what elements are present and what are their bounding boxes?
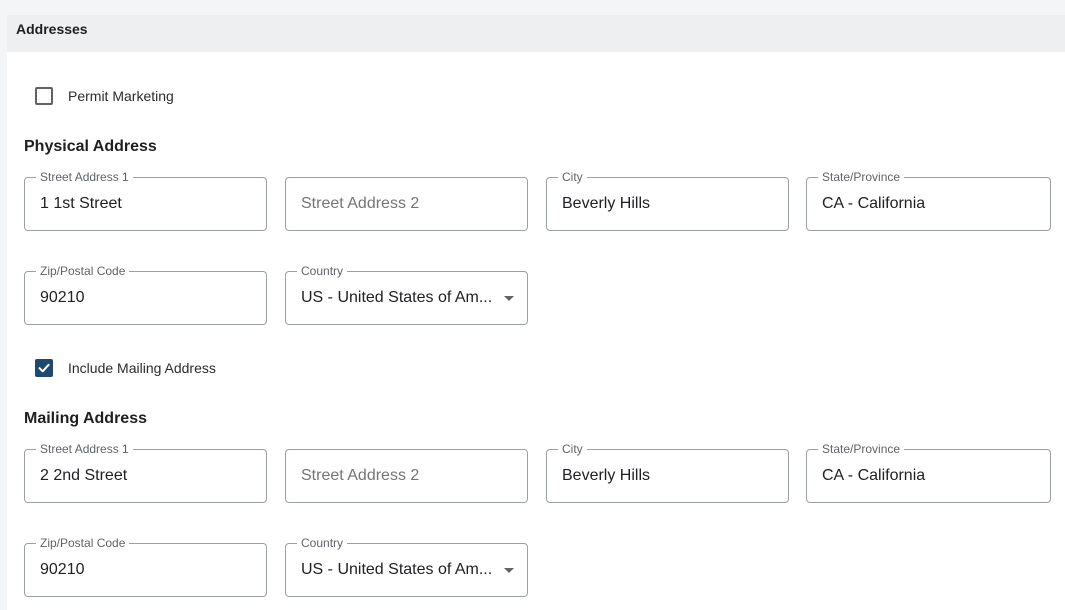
field-value[interactable]: 90210 [40, 289, 240, 307]
field-value[interactable]: Beverly Hills [562, 195, 762, 213]
mailing-city-field[interactable]: City Beverly Hills [546, 442, 789, 503]
field-value[interactable]: 90210 [40, 561, 240, 579]
field-placeholder[interactable]: Street Address 2 [301, 467, 501, 485]
physical-city-field[interactable]: City Beverly Hills [546, 170, 789, 231]
section-title: Addresses [16, 21, 88, 37]
left-rail [0, 15, 7, 610]
physical-street1-field[interactable]: Street Address 1 1 1st Street [24, 170, 267, 231]
field-label: State/Province [818, 442, 905, 456]
field-label: City [558, 170, 587, 184]
field-label: Street Address 1 [36, 170, 133, 184]
field-label: Zip/Postal Code [36, 536, 130, 550]
physical-zip-field[interactable]: Zip/Postal Code 90210 [24, 264, 267, 325]
field-label: Country [297, 536, 348, 550]
physical-street2-field[interactable]: Street Address 2 [285, 177, 528, 231]
field-value[interactable]: CA - California [822, 467, 1022, 485]
mailing-state-field[interactable]: State/Province CA - California [806, 442, 1051, 503]
caret-down-icon[interactable] [504, 296, 514, 301]
field-value[interactable]: US - United States of Am... [301, 561, 501, 579]
caret-down-icon[interactable] [504, 568, 514, 573]
field-label: Street Address 1 [36, 442, 133, 456]
checkbox-box[interactable] [35, 87, 53, 105]
field-value[interactable]: Beverly Hills [562, 467, 762, 485]
permit-marketing-checkbox[interactable]: Permit Marketing [35, 87, 174, 105]
field-placeholder[interactable]: Street Address 2 [301, 195, 501, 213]
physical-state-field[interactable]: State/Province CA - California [806, 170, 1051, 231]
mailing-zip-field[interactable]: Zip/Postal Code 90210 [24, 536, 267, 597]
include-mailing-checkbox[interactable]: Include Mailing Address [35, 359, 216, 377]
section-header: Addresses [7, 15, 1065, 52]
permit-marketing-label: Permit Marketing [68, 88, 174, 104]
field-value[interactable]: 2 2nd Street [40, 467, 240, 485]
field-label: Country [297, 264, 348, 278]
check-icon [38, 363, 50, 373]
physical-country-select[interactable]: Country US - United States of Am... [285, 264, 528, 325]
checkbox-box[interactable] [35, 359, 53, 377]
mailing-street2-field[interactable]: Street Address 2 [285, 449, 528, 503]
mailing-street1-field[interactable]: Street Address 1 2 2nd Street [24, 442, 267, 503]
field-label: City [558, 442, 587, 456]
mailing-address-title: Mailing Address [24, 410, 147, 427]
field-value[interactable]: US - United States of Am... [301, 289, 501, 307]
mailing-country-select[interactable]: Country US - United States of Am... [285, 536, 528, 597]
field-value[interactable]: CA - California [822, 195, 1022, 213]
field-label: State/Province [818, 170, 905, 184]
field-value[interactable]: 1 1st Street [40, 195, 240, 213]
field-label: Zip/Postal Code [36, 264, 130, 278]
top-bar [0, 0, 1065, 16]
physical-address-title: Physical Address [24, 138, 157, 155]
include-mailing-label: Include Mailing Address [68, 360, 216, 376]
